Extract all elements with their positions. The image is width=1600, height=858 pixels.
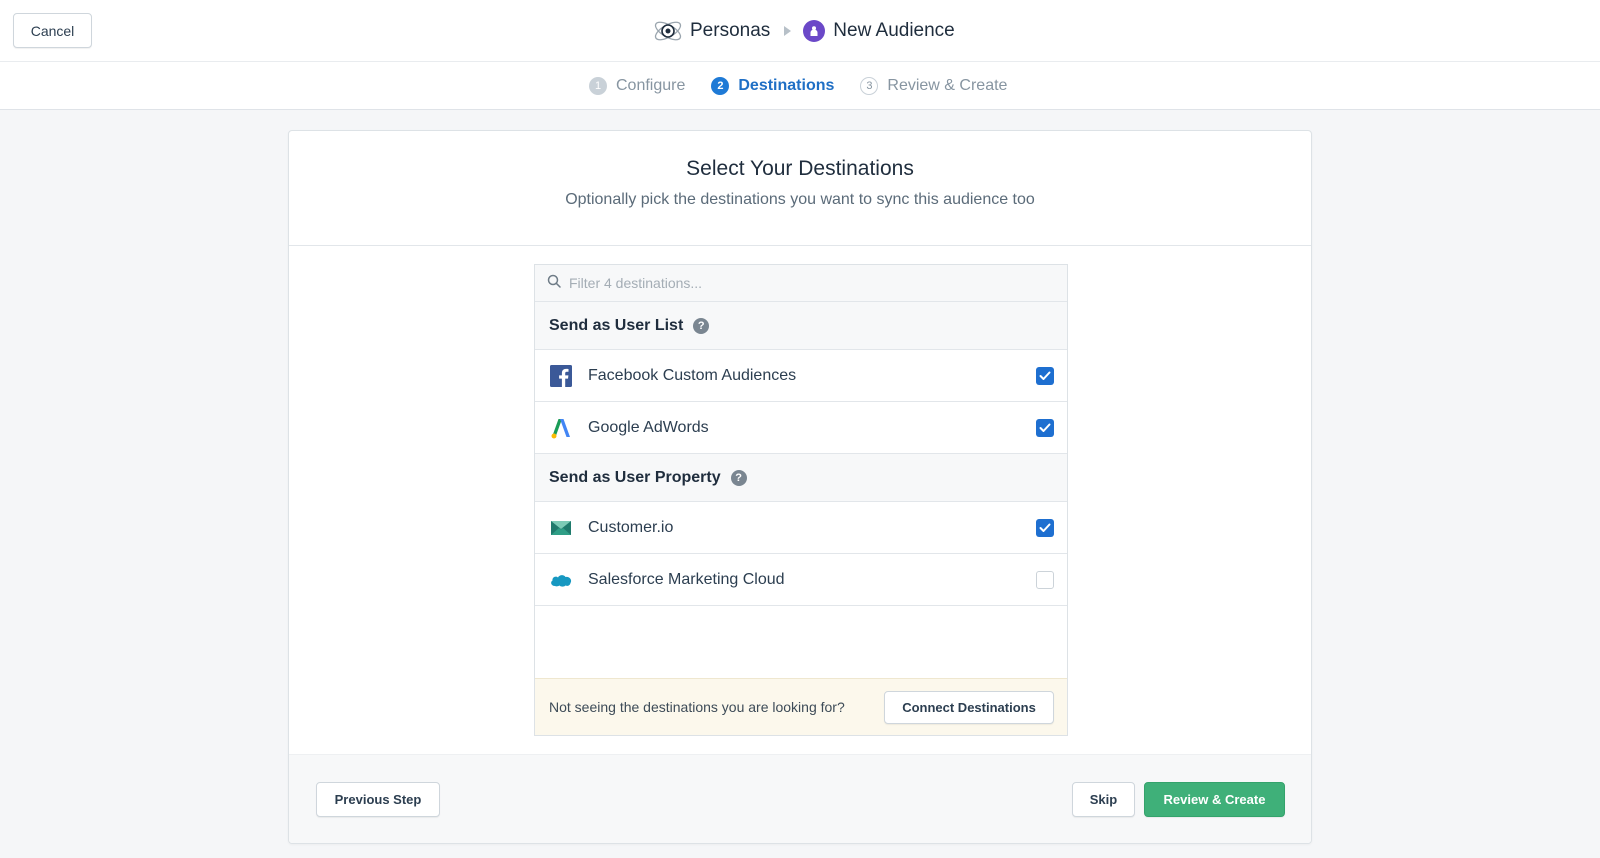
audience-icon xyxy=(803,20,826,42)
step-configure[interactable]: 1 Configure xyxy=(589,77,685,95)
destination-row-customerio[interactable]: Customer.io xyxy=(535,502,1067,554)
salesforce-icon xyxy=(549,568,573,592)
search-icon xyxy=(547,274,561,293)
group-title: Send as User List xyxy=(549,316,684,334)
step-label: Configure xyxy=(616,77,686,94)
destination-name: Salesforce Marketing Cloud xyxy=(588,570,785,588)
connect-notice: Not seeing the destinations you are look… xyxy=(535,678,1067,735)
page-subtitle: Optionally pick the destinations you wan… xyxy=(565,191,1035,208)
group-header-user-property: Send as User Property ? xyxy=(535,454,1067,502)
step-label: Destinations xyxy=(738,77,835,94)
previous-step-button[interactable]: Previous Step xyxy=(316,782,440,817)
step-review-create[interactable]: 3 Review & Create xyxy=(860,77,1007,95)
customerio-icon xyxy=(549,516,573,540)
page-title: Select Your Destinations xyxy=(686,157,914,180)
breadcrumb-personas[interactable]: Personas xyxy=(690,20,770,42)
destination-checkbox[interactable] xyxy=(1036,519,1054,537)
card-footer: Previous Step Skip Review & Create xyxy=(289,754,1311,843)
help-icon[interactable]: ? xyxy=(730,469,747,486)
destination-picker: Send as User List ? Facebook Custom Audi… xyxy=(534,264,1068,736)
group-title: Send as User Property xyxy=(549,468,721,486)
google-adwords-icon xyxy=(549,416,573,440)
skip-button[interactable]: Skip xyxy=(1072,782,1135,817)
help-icon[interactable]: ? xyxy=(693,317,710,334)
filter-bar xyxy=(535,265,1067,302)
step-number: 3 xyxy=(860,77,879,95)
step-number: 1 xyxy=(589,77,607,95)
breadcrumb-separator-icon xyxy=(784,26,792,36)
connect-destinations-button[interactable]: Connect Destinations xyxy=(884,691,1054,724)
top-bar: Cancel Personas New Audience xyxy=(0,0,1600,62)
destination-checkbox[interactable] xyxy=(1036,367,1054,385)
destination-row-facebook[interactable]: Facebook Custom Audiences xyxy=(535,350,1067,402)
stepper: 1 Configure 2 Destinations 3 Review & Cr… xyxy=(589,62,1033,110)
step-destinations[interactable]: 2 Destinations xyxy=(711,77,834,95)
destination-name: Google AdWords xyxy=(588,418,709,436)
cancel-button[interactable]: Cancel xyxy=(13,13,92,48)
step-number: 2 xyxy=(711,77,730,95)
step-label: Review & Create xyxy=(887,77,1008,94)
destination-checkbox[interactable] xyxy=(1036,571,1054,589)
destination-name: Facebook Custom Audiences xyxy=(588,366,797,384)
personas-logo-icon xyxy=(652,15,684,47)
destination-row-google-adwords[interactable]: Google AdWords xyxy=(535,402,1067,454)
breadcrumb-new-audience: New Audience xyxy=(833,20,955,41)
destination-checkbox[interactable] xyxy=(1036,419,1054,437)
destination-row-salesforce[interactable]: Salesforce Marketing Cloud xyxy=(535,554,1067,606)
stepper-bar: 1 Configure 2 Destinations 3 Review & Cr… xyxy=(0,62,1600,110)
filter-destinations-input[interactable] xyxy=(569,275,1029,291)
facebook-icon xyxy=(549,364,573,388)
card-header: Select Your Destinations Optionally pick… xyxy=(289,131,1311,246)
notice-text: Not seeing the destinations you are look… xyxy=(549,699,845,715)
group-header-user-list: Send as User List ? xyxy=(535,302,1067,350)
destination-name: Customer.io xyxy=(588,518,674,536)
destinations-card: Select Your Destinations Optionally pick… xyxy=(288,130,1312,844)
breadcrumb: Personas New Audience xyxy=(652,14,955,48)
review-create-button[interactable]: Review & Create xyxy=(1144,782,1285,817)
